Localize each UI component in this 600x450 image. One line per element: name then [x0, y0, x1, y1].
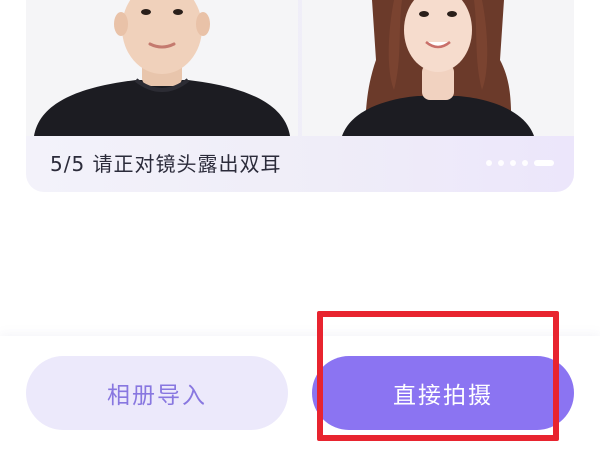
pager-dot — [510, 160, 516, 166]
pager-dot-active — [534, 160, 554, 166]
pager-dot — [522, 160, 528, 166]
example-carousel-card[interactable]: 5/5 请正对镜头露出双耳 — [26, 0, 574, 192]
example-photos — [26, 0, 574, 136]
pager-dot — [486, 160, 492, 166]
photo-guide-screen: 5/5 请正对镜头露出双耳 相册导入 直接拍摄 — [0, 0, 600, 450]
example-photo-male — [26, 0, 298, 136]
take-photo-button[interactable]: 直接拍摄 — [312, 356, 574, 430]
bottom-action-bar: 相册导入 直接拍摄 — [0, 336, 600, 450]
import-from-album-button[interactable]: 相册导入 — [26, 356, 288, 430]
example-caption: 5/5 请正对镜头露出双耳 — [50, 152, 282, 176]
pager-dot — [498, 160, 504, 166]
example-photo-female — [302, 0, 574, 136]
carousel-pager — [486, 160, 554, 166]
